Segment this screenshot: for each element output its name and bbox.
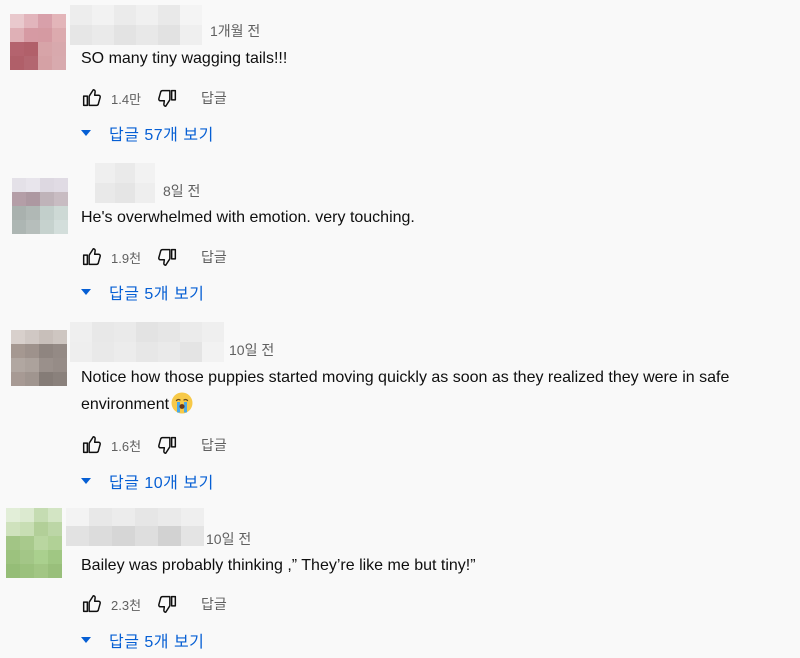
avatar[interactable] xyxy=(10,14,66,70)
view-replies-label: 답글 5개 보기 xyxy=(109,286,205,303)
caret-down-icon xyxy=(81,478,91,484)
reply-button[interactable]: 답글 xyxy=(201,435,227,455)
like-count: 1.9천 xyxy=(111,250,142,266)
thumbs-up-icon[interactable] xyxy=(80,593,102,615)
comment-text: He's overwhelmed with emotion. very touc… xyxy=(81,209,415,226)
caret-down-icon xyxy=(81,289,91,295)
comment-actions: 1.4만 답글 xyxy=(80,86,227,110)
view-replies-label: 답글 57개 보기 xyxy=(109,127,214,144)
reply-button[interactable]: 답글 xyxy=(201,88,227,108)
comment-actions: 1.6천 답글 xyxy=(80,433,227,457)
like-count: 1.6천 xyxy=(111,438,142,454)
thumbs-down-icon[interactable] xyxy=(157,593,179,615)
view-replies-label: 답글 5개 보기 xyxy=(109,634,205,651)
thumbs-down-icon[interactable] xyxy=(157,246,179,268)
thumbs-down-icon[interactable] xyxy=(157,434,179,456)
like-count: 2.3천 xyxy=(111,597,142,613)
view-replies-button[interactable]: 답글 5개 보기 xyxy=(80,628,204,652)
crying-face-emoji xyxy=(171,392,193,414)
comment-actions: 2.3천 답글 xyxy=(80,592,227,616)
avatar[interactable] xyxy=(6,508,62,578)
reply-button[interactable]: 답글 xyxy=(201,594,227,614)
thumbs-up-icon[interactable] xyxy=(80,434,102,456)
like-count: 1.4만 xyxy=(111,91,142,107)
caret-down-icon xyxy=(81,130,91,136)
caret-down-icon xyxy=(81,637,91,643)
thumbs-up-icon[interactable] xyxy=(80,246,102,268)
comment-timestamp[interactable]: 10일 전 xyxy=(206,529,251,549)
avatar[interactable] xyxy=(11,330,67,386)
comment-actions: 1.9천 답글 xyxy=(80,245,227,269)
avatar[interactable] xyxy=(12,178,68,234)
view-replies-label: 답글 10개 보기 xyxy=(109,475,214,492)
thumbs-up-icon[interactable] xyxy=(80,87,102,109)
author-name-blurred[interactable] xyxy=(70,5,202,45)
author-name-blurred[interactable] xyxy=(66,508,204,548)
author-name-blurred[interactable] xyxy=(70,322,224,362)
view-replies-button[interactable]: 답글 5개 보기 xyxy=(80,280,204,304)
comment-text: Bailey was probably thinking ,” They’re … xyxy=(81,557,476,574)
comment-timestamp[interactable]: 10일 전 xyxy=(229,340,274,360)
author-name-blurred[interactable] xyxy=(95,163,155,203)
thumbs-down-icon[interactable] xyxy=(157,87,179,109)
comment-text: SO many tiny wagging tails!!! xyxy=(81,50,288,67)
view-replies-button[interactable]: 답글 10개 보기 xyxy=(80,469,214,493)
comment-timestamp[interactable]: 8일 전 xyxy=(163,181,200,201)
view-replies-button[interactable]: 답글 57개 보기 xyxy=(80,121,214,145)
comment-timestamp[interactable]: 1개월 전 xyxy=(210,21,260,41)
reply-button[interactable]: 답글 xyxy=(201,247,227,267)
comment-text: Notice how those puppies started moving … xyxy=(81,365,796,418)
